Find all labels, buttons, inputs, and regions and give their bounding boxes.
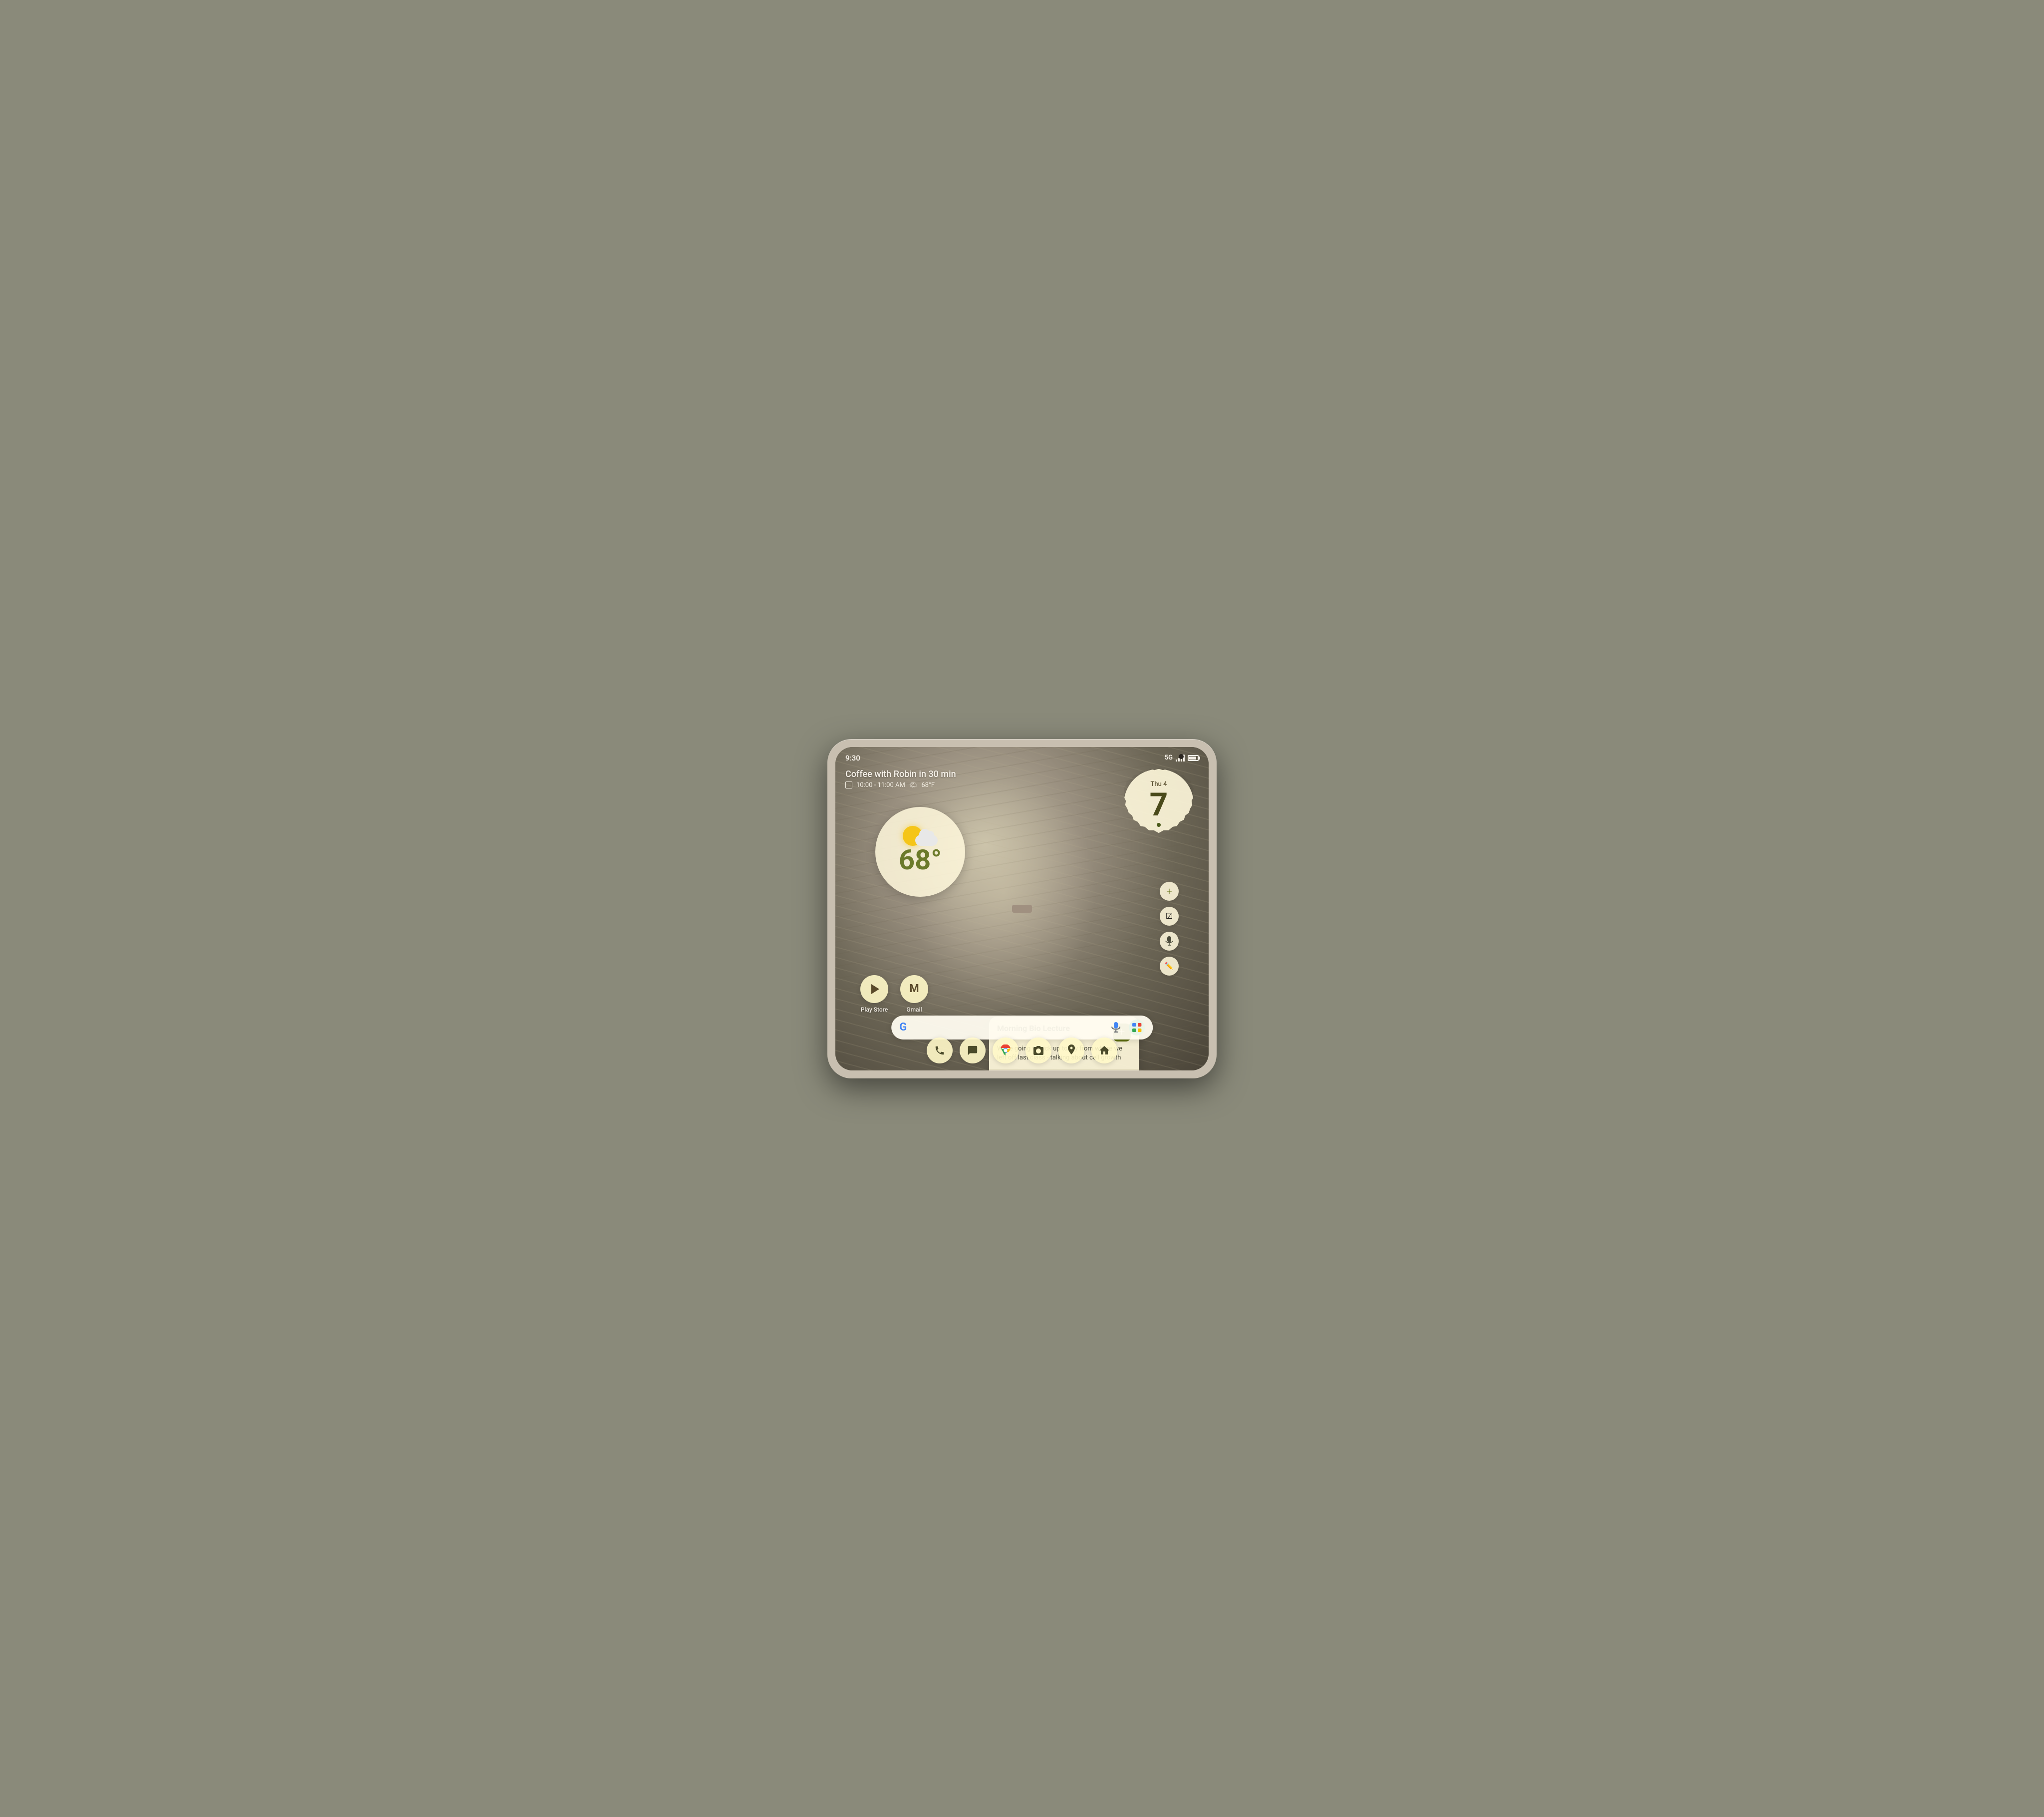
dock-chrome[interactable]	[993, 1038, 1019, 1063]
sidebar-check-button[interactable]: ☑	[1160, 907, 1179, 926]
dock	[919, 1035, 1125, 1066]
lens-icon	[1131, 1022, 1142, 1033]
weather-condition-icon	[903, 826, 938, 846]
gmail-label: Gmail	[906, 1006, 922, 1013]
camera-icon	[1032, 1045, 1044, 1056]
front-camera	[1179, 754, 1184, 759]
messages-icon	[967, 1045, 978, 1056]
dock-maps[interactable]	[1058, 1038, 1084, 1063]
voice-search-button[interactable]	[1108, 1020, 1124, 1036]
battery-icon	[1188, 755, 1199, 761]
weather-widget[interactable]: 68°	[875, 807, 965, 897]
search-action-icons	[1108, 1020, 1145, 1036]
play-store-label: Play Store	[861, 1006, 888, 1013]
device: 9:30 5G Coffee with Robin in 30 min 10:0…	[827, 739, 1217, 1078]
sidebar-add-button[interactable]: +	[1160, 882, 1179, 901]
event-widget[interactable]: Coffee with Robin in 30 min 10:00 - 11:0…	[845, 769, 956, 789]
app-icons-row: Play Store M Gmail	[860, 975, 928, 1013]
mic-icon	[1165, 936, 1173, 946]
event-details: 10:00 - 11:00 AM 🌤 68°F	[845, 781, 956, 789]
notes-section: Morning Bio Lecture + We're going to pic…	[1160, 882, 1179, 976]
sidebar-pencil-button[interactable]: ✏️	[1160, 957, 1179, 976]
phone-icon	[934, 1045, 945, 1056]
microphone-icon	[1111, 1022, 1120, 1033]
cloud-icon	[915, 835, 938, 846]
google-lens-button[interactable]	[1129, 1020, 1145, 1036]
chrome-icon	[1000, 1044, 1012, 1056]
event-time: 10:00 - 11:00 AM	[856, 781, 905, 789]
network-label: 5G	[1165, 754, 1173, 762]
play-triangle-icon	[871, 984, 879, 994]
notes-sidebar: + ☑ ✏️	[1160, 882, 1179, 976]
weather-temperature: 68°	[899, 846, 942, 874]
calendar-event-dot	[1157, 823, 1161, 827]
dock-messages[interactable]	[960, 1038, 986, 1063]
calendar-icon	[845, 781, 852, 788]
maps-icon	[1066, 1044, 1076, 1056]
event-weather: 🌤	[909, 781, 918, 789]
event-title: Coffee with Robin in 30 min	[845, 769, 956, 779]
sidebar-mic-button[interactable]	[1160, 932, 1179, 951]
dock-phone[interactable]	[927, 1038, 953, 1063]
dock-camera[interactable]	[1025, 1038, 1051, 1063]
status-time: 9:30	[845, 754, 860, 763]
calendar-day-number: 7	[1150, 789, 1168, 821]
dock-home[interactable]	[1091, 1038, 1117, 1063]
device-hinge	[1012, 905, 1032, 913]
status-bar: 9:30 5G	[835, 747, 1209, 765]
gmail-icon-item[interactable]: M Gmail	[900, 975, 928, 1013]
gmail-icon: M	[900, 975, 928, 1003]
home-icon	[1098, 1044, 1110, 1056]
play-store-icon	[860, 975, 888, 1003]
play-store-icon-item[interactable]: Play Store	[860, 975, 888, 1013]
google-logo: G	[899, 1021, 907, 1034]
event-temp: 68°F	[921, 781, 935, 789]
